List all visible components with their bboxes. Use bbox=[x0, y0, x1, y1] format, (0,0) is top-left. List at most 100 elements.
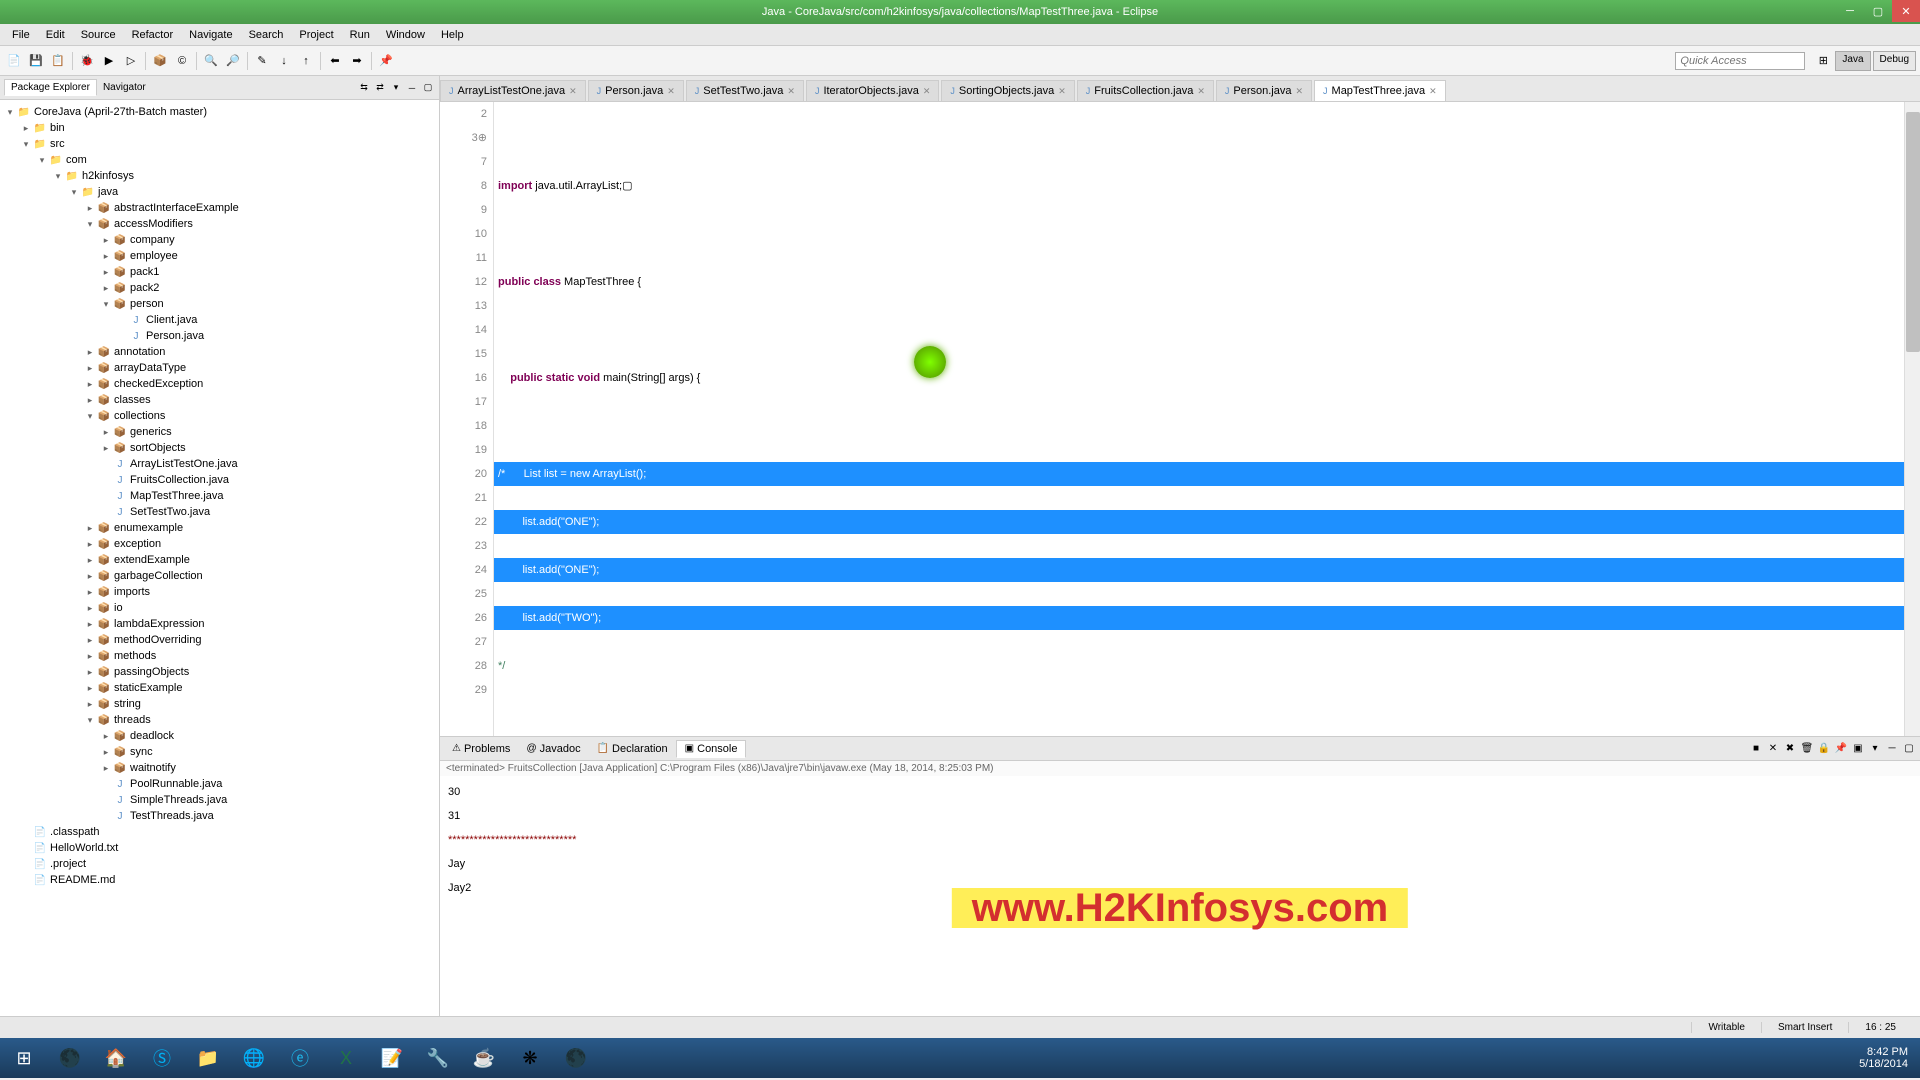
menu-search[interactable]: Search bbox=[241, 27, 292, 43]
tree-passing[interactable]: passingObjects bbox=[114, 666, 189, 678]
java-perspective[interactable]: Java bbox=[1835, 51, 1870, 71]
tree-bin[interactable]: bin bbox=[50, 122, 65, 134]
collapse-all-icon[interactable]: ⇆ bbox=[357, 81, 371, 95]
tree-lambda[interactable]: lambdaExpression bbox=[114, 618, 205, 630]
forward-button[interactable]: ➡ bbox=[347, 51, 367, 71]
back-button[interactable]: ⬅ bbox=[325, 51, 345, 71]
quick-access-input[interactable] bbox=[1675, 52, 1805, 70]
tree-deadlock[interactable]: deadlock bbox=[130, 730, 174, 742]
tree-arraylist-java[interactable]: ArrayListTestOne.java bbox=[130, 458, 238, 470]
new-button[interactable]: 📄 bbox=[4, 51, 24, 71]
tree-generics[interactable]: generics bbox=[130, 426, 172, 438]
chrome-icon[interactable]: 🌐 bbox=[234, 1042, 274, 1074]
remove-launch-icon[interactable]: ✕ bbox=[1766, 742, 1780, 756]
tree-collections[interactable]: collections bbox=[114, 410, 165, 422]
debug-button[interactable]: 🐞 bbox=[77, 51, 97, 71]
tree-person-java[interactable]: Person.java bbox=[146, 330, 204, 342]
tree-employee[interactable]: employee bbox=[130, 250, 178, 262]
scroll-lock-icon[interactable]: 🔒 bbox=[1817, 742, 1831, 756]
minimize-view-icon[interactable]: ─ bbox=[405, 81, 419, 95]
tree-access[interactable]: accessModifiers bbox=[114, 218, 193, 230]
tree-sync[interactable]: sync bbox=[130, 746, 153, 758]
tree-sortobj[interactable]: sortObjects bbox=[130, 442, 186, 454]
debug-perspective[interactable]: Debug bbox=[1873, 51, 1916, 71]
prev-annotation-button[interactable]: ↑ bbox=[296, 51, 316, 71]
package-explorer-tree[interactable]: ▾📁CoreJava (April-27th-Batch master) ▸📁b… bbox=[0, 100, 439, 1016]
ie-icon[interactable]: ⓔ bbox=[280, 1042, 320, 1074]
maximize-button[interactable]: ▢ bbox=[1864, 0, 1892, 22]
tab-fruits[interactable]: JFruitsCollection.java✕ bbox=[1077, 80, 1214, 101]
declaration-tab[interactable]: 📋 Declaration bbox=[589, 741, 676, 757]
tree-h2k[interactable]: h2kinfosys bbox=[82, 170, 134, 182]
package-explorer-tab[interactable]: Package Explorer bbox=[4, 79, 97, 96]
tree-poolrun-java[interactable]: PoolRunnable.java bbox=[130, 778, 222, 790]
tree-annotation[interactable]: annotation bbox=[114, 346, 165, 358]
tree-fruits-java[interactable]: FruitsCollection.java bbox=[130, 474, 229, 486]
menu-edit[interactable]: Edit bbox=[38, 27, 73, 43]
menu-window[interactable]: Window bbox=[378, 27, 433, 43]
tree-io[interactable]: io bbox=[114, 602, 123, 614]
tree-project[interactable]: CoreJava (April-27th-Batch master) bbox=[34, 106, 207, 118]
tree-exception[interactable]: exception bbox=[114, 538, 161, 550]
code-content[interactable]: import java.util.ArrayList;▢ public clas… bbox=[494, 102, 1904, 736]
notepad-icon[interactable]: 📝 bbox=[372, 1042, 412, 1074]
app1-icon[interactable]: 🔧 bbox=[418, 1042, 458, 1074]
save-button[interactable]: 💾 bbox=[26, 51, 46, 71]
tab-person1[interactable]: JPerson.java✕ bbox=[588, 80, 684, 101]
maximize-console-icon[interactable]: ▢ bbox=[1902, 742, 1916, 756]
tab-settest[interactable]: JSetTestTwo.java✕ bbox=[686, 80, 804, 101]
menu-run[interactable]: Run bbox=[342, 27, 378, 43]
excel-icon[interactable]: X bbox=[326, 1042, 366, 1074]
tree-settest-java[interactable]: SetTestTwo.java bbox=[130, 506, 210, 518]
search-button[interactable]: 🔎 bbox=[223, 51, 243, 71]
tree-enum[interactable]: enumexample bbox=[114, 522, 183, 534]
pin-editor-button[interactable]: 📌 bbox=[376, 51, 396, 71]
menu-navigate[interactable]: Navigate bbox=[181, 27, 240, 43]
remove-all-icon[interactable]: ✖ bbox=[1783, 742, 1797, 756]
code-editor[interactable]: 2 3⊕ 7 8 9 10 11 12 13 14 15 16 17 18 19… bbox=[440, 102, 1920, 736]
tree-methods[interactable]: methods bbox=[114, 650, 156, 662]
tree-maptest-java[interactable]: MapTestThree.java bbox=[130, 490, 224, 502]
tree-arraydt[interactable]: arrayDataType bbox=[114, 362, 186, 374]
tree-imports[interactable]: imports bbox=[114, 586, 150, 598]
open-type-button[interactable]: 🔍 bbox=[201, 51, 221, 71]
clear-console-icon[interactable]: 🗑 bbox=[1800, 742, 1814, 756]
tree-checkedex[interactable]: checkedException bbox=[114, 378, 203, 390]
save-all-button[interactable]: 📋 bbox=[48, 51, 68, 71]
tree-threads[interactable]: threads bbox=[114, 714, 151, 726]
tab-maptest[interactable]: JMapTestThree.java✕ bbox=[1314, 80, 1446, 101]
tree-extend[interactable]: extendExample bbox=[114, 554, 190, 566]
menu-file[interactable]: File bbox=[4, 27, 38, 43]
maximize-view-icon[interactable]: ▢ bbox=[421, 81, 435, 95]
tab-iterator[interactable]: JIteratorObjects.java✕ bbox=[806, 80, 939, 101]
home-icon[interactable]: 🏠 bbox=[96, 1042, 136, 1074]
view-menu-icon[interactable]: ▾ bbox=[389, 81, 403, 95]
close-button[interactable]: ✕ bbox=[1892, 0, 1920, 22]
run-last-button[interactable]: ▷ bbox=[121, 51, 141, 71]
tree-helloworld[interactable]: HelloWorld.txt bbox=[50, 842, 118, 854]
console-output[interactable]: 30 31 ****************************** Jay… bbox=[440, 776, 1920, 1016]
explorer-icon[interactable]: 📁 bbox=[188, 1042, 228, 1074]
tree-classpath[interactable]: .classpath bbox=[50, 826, 100, 838]
tree-abstract[interactable]: abstractInterfaceExample bbox=[114, 202, 239, 214]
editor-vscrollbar[interactable] bbox=[1904, 102, 1920, 736]
link-editor-icon[interactable]: ⇄ bbox=[373, 81, 387, 95]
open-console-icon[interactable]: ▾ bbox=[1868, 742, 1882, 756]
tree-static[interactable]: staticExample bbox=[114, 682, 182, 694]
tree-client-java[interactable]: Client.java bbox=[146, 314, 197, 326]
minimize-button[interactable]: ─ bbox=[1836, 0, 1864, 22]
tree-pack2[interactable]: pack2 bbox=[130, 282, 159, 294]
display-console-icon[interactable]: ▣ bbox=[1851, 742, 1865, 756]
toggle-mark-button[interactable]: ✎ bbox=[252, 51, 272, 71]
minimize-console-icon[interactable]: ─ bbox=[1885, 742, 1899, 756]
open-perspective-button[interactable]: ⊞ bbox=[1813, 51, 1833, 71]
menu-project[interactable]: Project bbox=[291, 27, 341, 43]
tree-readme[interactable]: README.md bbox=[50, 874, 115, 886]
tree-gc[interactable]: garbageCollection bbox=[114, 570, 203, 582]
tree-company[interactable]: company bbox=[130, 234, 175, 246]
next-annotation-button[interactable]: ↓ bbox=[274, 51, 294, 71]
app2-icon[interactable]: ☕ bbox=[464, 1042, 504, 1074]
tab-person2[interactable]: JPerson.java✕ bbox=[1216, 80, 1312, 101]
tree-src[interactable]: src bbox=[50, 138, 65, 150]
eclipse-icon[interactable]: 🌑 bbox=[50, 1042, 90, 1074]
